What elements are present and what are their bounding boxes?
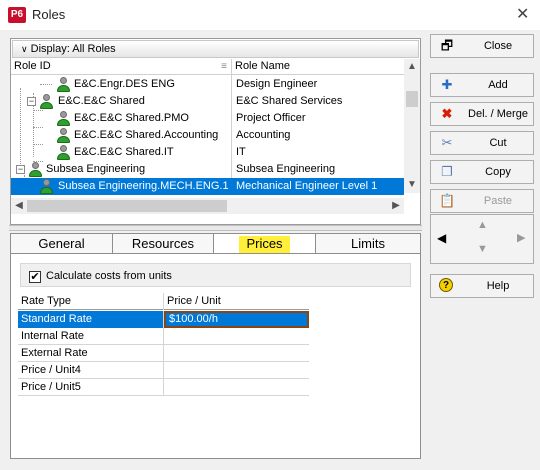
- role-person-icon: [56, 77, 70, 92]
- calculate-costs-checkbox[interactable]: ✔: [29, 271, 41, 283]
- rate-type: Price / Unit4: [18, 362, 164, 379]
- role-row[interactable]: E&C.E&C Shared.Accounting Accounting: [11, 127, 404, 144]
- add-button[interactable]: ✚ Add: [430, 73, 534, 97]
- role-name: Mechanical Engineer Level 1: [236, 180, 378, 192]
- column-header-role-name[interactable]: Role Name: [232, 59, 404, 75]
- role-person-icon: [28, 162, 42, 177]
- cut-button[interactable]: ✂ Cut: [430, 131, 534, 155]
- app-logo: P6: [8, 7, 26, 23]
- move-left-icon[interactable]: ◀: [437, 231, 446, 245]
- role-row[interactable]: E&C.E&C Shared.IT IT: [11, 144, 404, 161]
- tab-general[interactable]: General: [10, 233, 113, 254]
- role-id: E&C.E&C Shared.IT: [74, 146, 174, 158]
- horizontal-scrollbar[interactable]: ◀ ▶: [11, 198, 404, 214]
- role-person-icon: [56, 111, 70, 126]
- column-filter-icon: ≡: [221, 61, 227, 72]
- copy-button[interactable]: ❐ Copy: [430, 160, 534, 184]
- hierarchy-navigation: ◀ ▲ ▼ ▶: [430, 214, 534, 264]
- rate-price-input[interactable]: [164, 379, 309, 396]
- role-id: E&C.E&C Shared.Accounting: [74, 129, 219, 141]
- chevron-down-icon: ∨: [21, 44, 28, 54]
- tab-prices-label: Prices: [239, 236, 290, 253]
- column-header-price-unit: Price / Unit: [167, 295, 221, 307]
- collapse-icon[interactable]: −: [27, 97, 36, 106]
- pane-splitter[interactable]: [9, 225, 422, 231]
- paste-button[interactable]: 📋 Paste: [430, 189, 534, 213]
- role-name: Subsea Engineering: [236, 163, 336, 175]
- close-button[interactable]: 🗗 Close: [430, 34, 534, 58]
- scroll-thumb[interactable]: [406, 91, 418, 107]
- rate-type: External Rate: [18, 345, 164, 362]
- rate-price-input[interactable]: [164, 345, 309, 362]
- delete-merge-button[interactable]: ✖ Del. / Merge: [430, 102, 534, 126]
- move-down-icon[interactable]: ▼: [477, 243, 488, 255]
- display-filter-bar[interactable]: ∨ Display: All Roles: [12, 40, 419, 58]
- scissors-icon: ✂: [441, 135, 453, 150]
- role-person-icon: [56, 128, 70, 143]
- display-label: Display: All Roles: [30, 43, 116, 55]
- scroll-left-icon[interactable]: ◀: [11, 198, 27, 214]
- paste-icon: 📋: [439, 193, 456, 208]
- copy-icon: ❐: [441, 164, 453, 179]
- rate-price-input[interactable]: $100.00/h: [164, 311, 309, 328]
- role-name: Accounting: [236, 129, 291, 141]
- detail-tabs: General Resources Prices Limits: [10, 233, 421, 254]
- role-person-icon: [39, 179, 53, 194]
- role-name: E&C Shared Services: [236, 95, 343, 107]
- tab-resources[interactable]: Resources: [112, 233, 214, 254]
- role-id: E&C.E&C Shared.PMO: [74, 112, 189, 124]
- rates-table-header: Rate Type Price / Unit: [18, 293, 309, 310]
- window-title: Roles: [32, 7, 66, 22]
- role-name: Project Officer: [236, 112, 306, 124]
- rate-type: Internal Rate: [18, 328, 164, 345]
- calculate-costs-label: Calculate costs from units: [46, 270, 172, 282]
- close-window-icon: 🗗: [440, 38, 454, 53]
- scroll-right-icon[interactable]: ▶: [388, 198, 404, 214]
- help-icon: ?: [439, 278, 453, 292]
- help-button[interactable]: ? Help: [430, 274, 534, 298]
- role-id: E&C.E&C Shared: [58, 95, 145, 107]
- rate-type: Standard Rate: [18, 311, 164, 328]
- rate-price-input[interactable]: [164, 362, 309, 379]
- move-up-icon[interactable]: ▲: [477, 219, 488, 231]
- role-name: IT: [236, 146, 246, 158]
- add-icon: ✚: [441, 77, 453, 92]
- rate-row[interactable]: Internal Rate: [18, 328, 309, 345]
- scroll-thumb[interactable]: [27, 200, 227, 212]
- role-id: Subsea Engineering.MECH.ENG.1: [58, 180, 229, 192]
- rate-row[interactable]: Price / Unit4: [18, 362, 309, 379]
- role-person-icon: [56, 145, 70, 160]
- rate-row[interactable]: External Rate: [18, 345, 309, 362]
- column-header-rate-type: Rate Type: [18, 293, 164, 310]
- rate-row[interactable]: Price / Unit5: [18, 379, 309, 396]
- role-row-selected[interactable]: Subsea Engineering.MECH.ENG.1 Mechanical…: [11, 178, 404, 195]
- column-header-role-id[interactable]: Role ID ≡: [11, 59, 231, 75]
- rate-type: Price / Unit5: [18, 379, 164, 396]
- scroll-down-icon[interactable]: ▼: [404, 177, 420, 193]
- rate-price-input[interactable]: [164, 328, 309, 345]
- role-row[interactable]: − Subsea Engineering Subsea Engineering: [11, 161, 404, 178]
- rate-row-selected[interactable]: Standard Rate $100.00/h: [18, 311, 309, 328]
- tab-limits[interactable]: Limits: [315, 233, 421, 254]
- scroll-up-icon[interactable]: ▲: [404, 59, 420, 75]
- tab-prices[interactable]: Prices: [213, 233, 316, 254]
- collapse-icon[interactable]: −: [16, 165, 25, 174]
- role-row[interactable]: − E&C.E&C Shared E&C Shared Services: [11, 93, 404, 110]
- role-row[interactable]: E&C.E&C Shared.PMO Project Officer: [11, 110, 404, 127]
- move-right-icon[interactable]: ▶: [517, 231, 525, 244]
- role-person-icon: [39, 94, 53, 109]
- role-row[interactable]: E&C.Engr.DES ENG Design Engineer: [11, 76, 404, 93]
- title-bar: [0, 0, 540, 30]
- window-close-button[interactable]: ✕: [516, 4, 529, 24]
- vertical-scrollbar[interactable]: ▲ ▼: [404, 59, 420, 193]
- role-name: Design Engineer: [236, 78, 318, 90]
- role-id: E&C.Engr.DES ENG: [74, 78, 175, 90]
- role-id: Subsea Engineering: [46, 163, 146, 175]
- delete-icon: ✖: [441, 106, 453, 121]
